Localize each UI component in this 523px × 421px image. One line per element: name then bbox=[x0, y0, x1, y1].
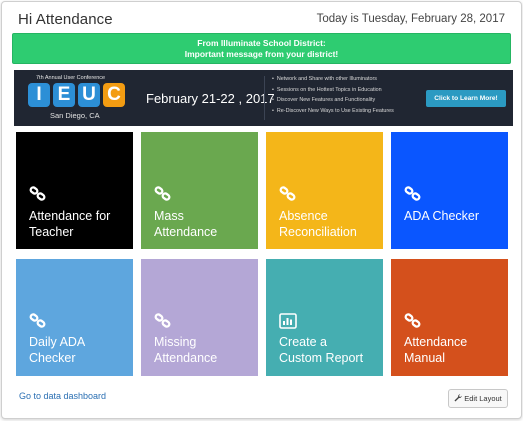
bar-chart-icon bbox=[279, 313, 297, 329]
notice-title: From Illuminate School District: bbox=[197, 38, 326, 48]
dashboard-tile[interactable]: Attendance for Teacher bbox=[16, 132, 133, 249]
link-icon bbox=[154, 186, 172, 202]
tile-label: Absence Reconciliation bbox=[279, 209, 377, 240]
link-icon bbox=[29, 186, 47, 202]
tile-label: Create a Custom Report bbox=[279, 335, 377, 366]
link-icon bbox=[29, 313, 47, 329]
tile-label-line: Missing bbox=[154, 335, 197, 349]
tile-label-line: Attendance bbox=[154, 350, 218, 365]
dashboard-tile[interactable]: Absence Reconciliation bbox=[266, 132, 383, 249]
dashboard-tile[interactable]: Daily ADA Checker bbox=[16, 259, 133, 376]
tile-label-line: Manual bbox=[404, 350, 445, 365]
tile-label-line: Attendance bbox=[154, 224, 218, 239]
tile-label-line: Mass bbox=[154, 209, 184, 223]
banner-bullet: Discover New Features and Functionality bbox=[272, 95, 394, 106]
banner-bullet-list: Network and Share with other Illuminator… bbox=[272, 74, 394, 116]
link-icon bbox=[404, 186, 422, 202]
notice-message: Important message from your district! bbox=[184, 49, 339, 59]
dashboard-tile[interactable]: ADA Checker bbox=[391, 132, 508, 249]
tile-label-line: Absence bbox=[279, 209, 328, 223]
banner-pretitle: 7th Annual User Conference bbox=[36, 75, 106, 81]
dashboard-tile[interactable]: Mass Attendance bbox=[141, 132, 258, 249]
tile-label-line: Attendance for bbox=[29, 209, 111, 223]
link-icon bbox=[154, 313, 172, 329]
tile-label-line: Create a bbox=[279, 335, 327, 349]
logo-letter: C bbox=[103, 83, 125, 107]
banner-bullet: Network and Share with other Illuminator… bbox=[272, 74, 394, 85]
link-icon bbox=[279, 186, 297, 202]
banner-dates: February 21-22 , 2017 bbox=[146, 91, 275, 106]
wrench-icon bbox=[454, 391, 462, 408]
banner-bullet: Sessions on the Hottest Topics in Educat… bbox=[272, 85, 394, 96]
tile-label: Mass Attendance bbox=[154, 209, 252, 240]
learn-more-button[interactable]: Click to Learn More! bbox=[426, 90, 506, 107]
banner-location: San Diego, CA bbox=[50, 111, 100, 120]
tile-label-line: Attendance bbox=[404, 335, 468, 349]
logo-letter: I bbox=[28, 83, 50, 107]
edit-layout-label: Edit Layout bbox=[464, 394, 502, 403]
logo-letter: E bbox=[53, 83, 75, 107]
tile-label-line: ADA Checker bbox=[404, 209, 480, 223]
tile-label-line: Daily ADA bbox=[29, 335, 86, 349]
logo-letter: U bbox=[78, 83, 100, 107]
today-date: Today is Tuesday, February 28, 2017 bbox=[316, 13, 505, 25]
tile-label: Attendance Manual bbox=[404, 335, 502, 366]
district-notice: From Illuminate School District: Importa… bbox=[12, 33, 511, 64]
tile-label-line: Custom Report bbox=[279, 350, 364, 365]
tile-label-line: Reconciliation bbox=[279, 224, 357, 239]
link-icon bbox=[404, 313, 422, 329]
tile-label-line: Checker bbox=[29, 350, 76, 365]
conference-banner[interactable]: 7th Annual User Conference I E U C San D… bbox=[14, 70, 513, 126]
banner-divider bbox=[264, 76, 265, 120]
banner-bullet: Re-Discover New Ways to Use Existing Fea… bbox=[272, 106, 394, 117]
dashboard-panel: Hi Attendance Today is Tuesday, February… bbox=[1, 1, 522, 419]
tile-label: Missing Attendance bbox=[154, 335, 252, 366]
dashboard-tile[interactable]: Attendance Manual bbox=[391, 259, 508, 376]
dashboard-tile[interactable]: Missing Attendance bbox=[141, 259, 258, 376]
tile-label-line: Teacher bbox=[29, 224, 74, 239]
edit-layout-button[interactable]: Edit Layout bbox=[448, 389, 508, 408]
greeting-title: Hi Attendance bbox=[18, 11, 113, 28]
tile-label: Daily ADA Checker bbox=[29, 335, 127, 366]
tile-label: ADA Checker bbox=[404, 209, 502, 225]
tile-label: Attendance for Teacher bbox=[29, 209, 127, 240]
dashboard-tile[interactable]: Create a Custom Report bbox=[266, 259, 383, 376]
data-dashboard-link[interactable]: Go to data dashboard bbox=[19, 391, 106, 401]
